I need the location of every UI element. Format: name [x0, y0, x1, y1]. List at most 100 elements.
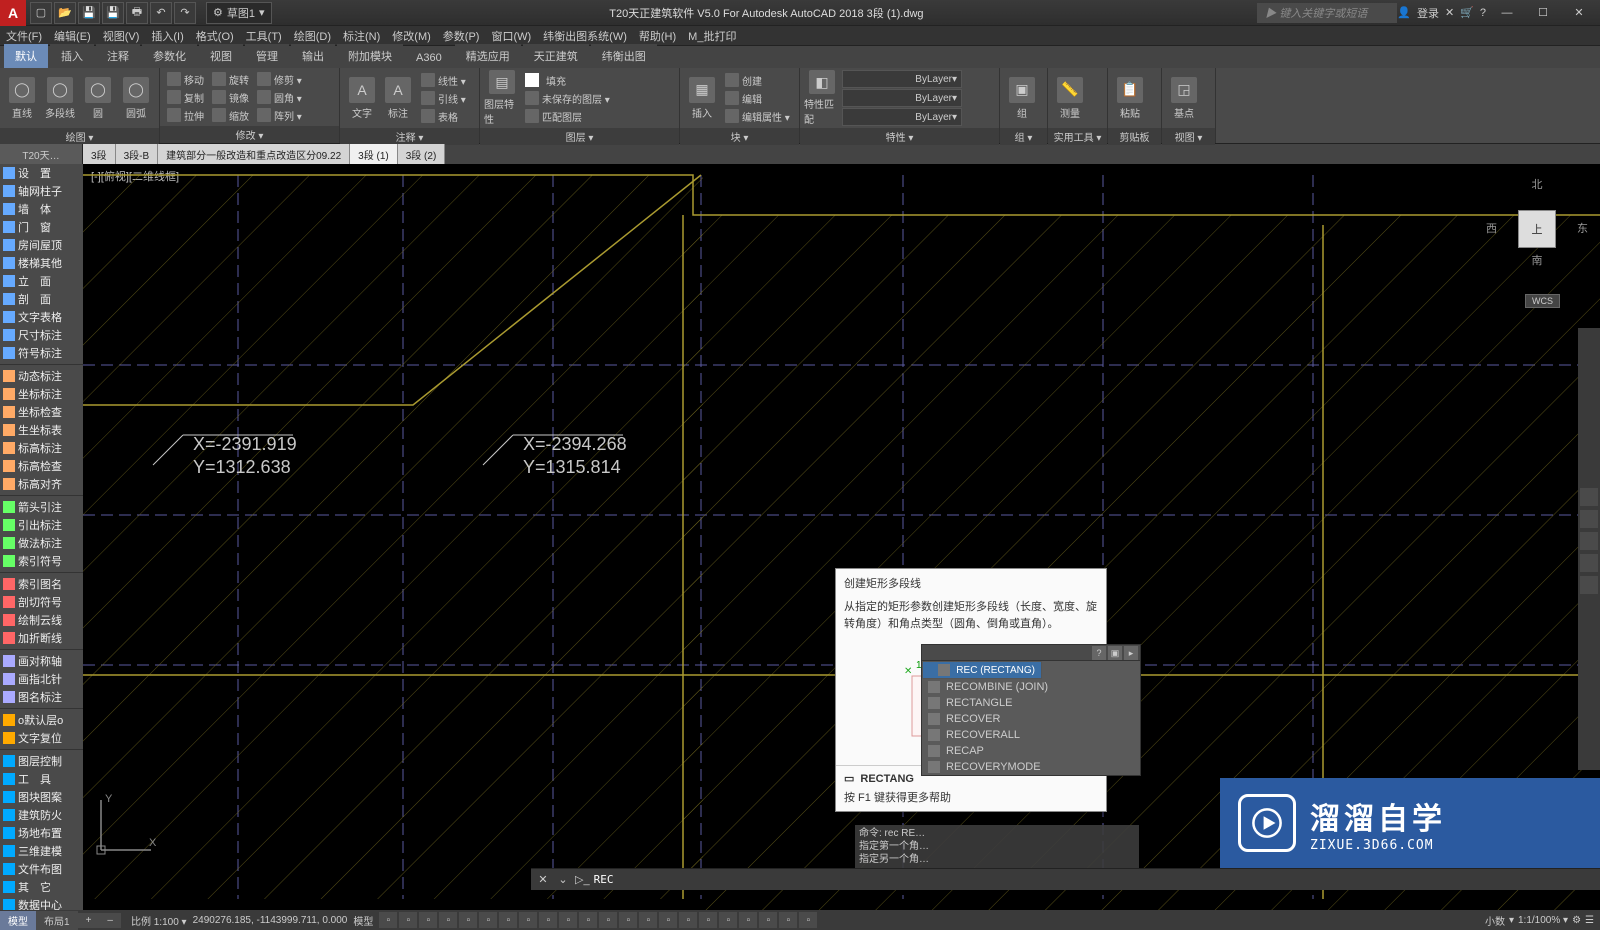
status-zoom[interactable]: 1:1/100% ▾ — [1518, 915, 1568, 926]
draw-tool[interactable]: ◯圆弧 — [118, 70, 154, 126]
ribbon-tab[interactable]: 注释 — [96, 44, 140, 68]
wcs-badge[interactable]: WCS — [1525, 294, 1560, 308]
palette-item[interactable]: 画对称轴 — [0, 652, 83, 670]
status-units[interactable]: 小数 — [1485, 913, 1505, 928]
block-tool[interactable]: 编辑 — [722, 90, 793, 107]
ribbon-tab[interactable]: 参数化 — [142, 44, 197, 68]
draw-tool[interactable]: ◯圆 — [80, 70, 116, 126]
qat-redo-icon[interactable]: ↷ — [174, 2, 196, 24]
maximize-button[interactable]: ☐ — [1528, 3, 1558, 23]
status-toggle[interactable]: ▫ — [599, 912, 617, 928]
ribbon-tab[interactable]: 天正建筑 — [523, 44, 589, 68]
palette-item[interactable]: 索引图名 — [0, 575, 83, 593]
menu-item[interactable]: 帮助(H) — [633, 26, 682, 45]
palette-item[interactable]: 图名标注 — [0, 688, 83, 706]
status-toggle[interactable]: ▫ — [459, 912, 477, 928]
palette-item[interactable]: o默认层o — [0, 711, 83, 729]
palette-item[interactable]: 符号标注 — [0, 344, 83, 362]
status-toggle[interactable]: ▫ — [479, 912, 497, 928]
status-toggle[interactable]: ▫ — [539, 912, 557, 928]
palette-item[interactable]: 建筑防火 — [0, 806, 83, 824]
status-mode[interactable]: 模型 — [353, 913, 373, 928]
modify-tool[interactable]: 修剪 ▾ — [254, 71, 305, 88]
ac-help-icon[interactable]: ? — [1092, 646, 1106, 660]
cart-icon[interactable]: 🛒 — [1460, 6, 1474, 19]
ribbon-tab[interactable]: 精选应用 — [455, 44, 521, 68]
view-cube[interactable]: 北 西 上 东 南 — [1492, 176, 1582, 296]
palette-item[interactable]: 画指北针 — [0, 670, 83, 688]
status-toggle[interactable]: ▫ — [679, 912, 697, 928]
menu-item[interactable]: 绘图(D) — [288, 26, 337, 45]
panel-title-view[interactable]: 视图 ▾ — [1162, 128, 1215, 145]
ribbon-tab[interactable]: 输出 — [291, 44, 335, 68]
palette-item[interactable]: 标高标注 — [0, 439, 83, 457]
panel-title-draw[interactable]: 绘图 ▾ — [0, 128, 159, 145]
palette-item[interactable]: 立 面 — [0, 272, 83, 290]
palette-item[interactable]: 生坐标表 — [0, 421, 83, 439]
drawing-canvas[interactable]: [-][俯视][二维线框] — [83, 164, 1600, 910]
status-toggle[interactable]: ▫ — [639, 912, 657, 928]
palette-item[interactable]: 箭头引注 — [0, 498, 83, 516]
file-tab[interactable]: 3段 — [83, 144, 116, 164]
annot-tool[interactable]: 表格 — [418, 108, 469, 125]
palette-item[interactable]: 坐标检查 — [0, 403, 83, 421]
block-tool[interactable]: 编辑属性 ▾ — [722, 108, 793, 125]
status-menu-icon[interactable]: ☰ — [1585, 915, 1594, 926]
menu-item[interactable]: M_批打印 — [682, 26, 742, 45]
palette-item[interactable]: 轴网柱子 — [0, 182, 83, 200]
palette-item[interactable]: 文件布图 — [0, 860, 83, 878]
nav-wheel-icon[interactable] — [1580, 488, 1598, 506]
layer-match[interactable]: 匹配图层 — [522, 108, 613, 125]
menu-item[interactable]: 文件(F) — [0, 26, 48, 45]
palette-item[interactable]: 楼梯其他 — [0, 254, 83, 272]
autocomplete-item[interactable]: RECOVERYMODE — [922, 759, 1140, 775]
autocomplete-item[interactable]: RECAP — [922, 743, 1140, 759]
menu-item[interactable]: 插入(I) — [145, 26, 189, 45]
annot-tool[interactable]: 引线 ▾ — [418, 90, 469, 107]
model-tab[interactable]: 模型 — [0, 911, 36, 930]
panel-title-prop[interactable]: 特性 ▾ — [800, 128, 999, 145]
modify-tool[interactable]: 复制 — [164, 89, 207, 106]
nav-orbit-icon[interactable] — [1580, 554, 1598, 572]
app-logo[interactable]: A — [0, 0, 26, 26]
autocomplete-item[interactable]: RECOVER — [922, 711, 1140, 727]
minimize-button[interactable]: — — [1492, 3, 1522, 23]
ribbon-tab[interactable]: 纬衡出图 — [591, 44, 657, 68]
status-toggle[interactable]: ▫ — [739, 912, 757, 928]
palette-item[interactable]: 图块图案 — [0, 788, 83, 806]
panel-title-modify[interactable]: 修改 ▾ — [160, 126, 339, 143]
palette-item[interactable]: 房间屋顶 — [0, 236, 83, 254]
ribbon-tab[interactable]: 默认 — [4, 44, 48, 68]
file-tab[interactable]: 建筑部分一般改造和重点改造区分09.22 — [158, 144, 350, 164]
ribbon-tab[interactable]: 视图 — [199, 44, 243, 68]
palette-item[interactable]: 文字复位 — [0, 729, 83, 747]
signin-label[interactable]: 登录 — [1417, 5, 1439, 21]
palette-item[interactable]: 工 具 — [0, 770, 83, 788]
status-toggle[interactable]: ▫ — [759, 912, 777, 928]
palette-item[interactable]: 标高对齐 — [0, 475, 83, 493]
modify-tool[interactable]: 镜像 — [209, 89, 252, 106]
qat-undo-icon[interactable]: ↶ — [150, 2, 172, 24]
layer-unsaved[interactable]: 未保存的图层 ▾ — [522, 90, 613, 107]
menu-item[interactable]: 纬衡出图系统(W) — [537, 26, 633, 45]
panel-title-util[interactable]: 实用工具 ▾ — [1048, 128, 1107, 145]
prop-lineweight-dd[interactable]: ByLayer ▾ — [842, 89, 962, 107]
menu-item[interactable]: 标注(N) — [337, 26, 386, 45]
palette-item[interactable]: 其 它 — [0, 878, 83, 896]
file-tab[interactable]: 3段-B — [116, 144, 159, 164]
layout-tab[interactable]: 布局1 — [36, 911, 78, 930]
ac-pin-icon[interactable]: ▣ — [1108, 646, 1122, 660]
block-tool[interactable]: 创建 — [722, 72, 793, 89]
menu-item[interactable]: 窗口(W) — [485, 26, 537, 45]
status-toggle[interactable]: ▫ — [559, 912, 577, 928]
panel-title-block[interactable]: 块 ▾ — [680, 128, 799, 145]
status-toggle[interactable]: ▫ — [499, 912, 517, 928]
palette-item[interactable]: 设 置 — [0, 164, 83, 182]
help-icon[interactable]: ? — [1480, 7, 1486, 19]
status-toggle[interactable]: ▫ — [439, 912, 457, 928]
status-toggle[interactable]: ▫ — [779, 912, 797, 928]
match-prop-button[interactable]: ◧特性匹配 — [804, 70, 840, 126]
palette-item[interactable]: 标高检查 — [0, 457, 83, 475]
draw-tool[interactable]: ◯直线 — [4, 70, 40, 126]
palette-item[interactable]: 绘制云线 — [0, 611, 83, 629]
